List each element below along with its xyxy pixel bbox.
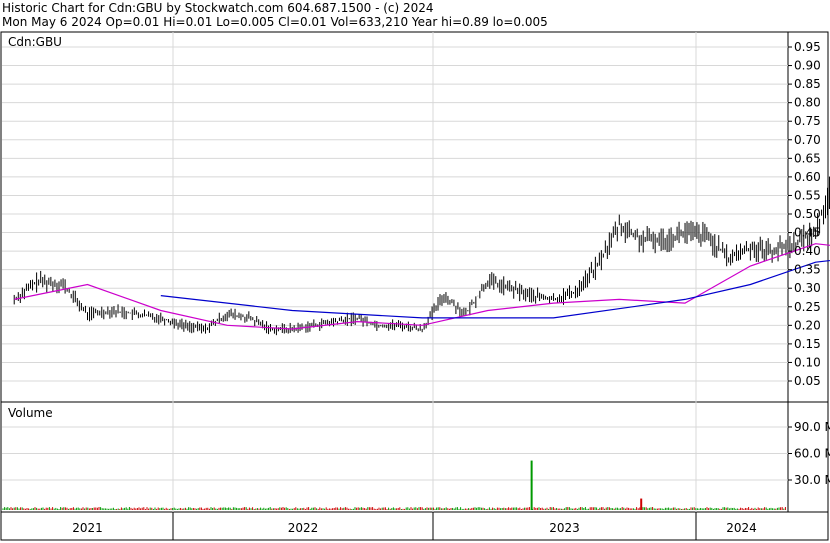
price-tick-label: 0.70 (794, 133, 821, 147)
price-panel-frame (0, 31, 829, 403)
price-tick-label: 0.85 (794, 77, 821, 91)
axis-labels: 0.95 0.90 0.85 0.80 0.75 0.70 0.65 0.60 0.55 0.50… (72, 40, 830, 540)
volume-panel-frame (0, 401, 829, 513)
price-tick-label: 0.25 (794, 300, 821, 314)
volume-tick-label: 60.0 M (794, 447, 830, 461)
price-tick-label: 0.40 (794, 244, 821, 258)
price-bars (13, 176, 830, 336)
price-tick-label: 0.50 (794, 207, 821, 221)
price-tick-label: 0.20 (794, 318, 821, 332)
price-tick-label: 0.35 (794, 263, 821, 277)
price-tick-label: 0.15 (794, 337, 821, 351)
price-tick-label: 0.80 (794, 96, 821, 110)
volume-tick-label: 90.0 M (794, 420, 830, 434)
price-tick-label: 0.95 (794, 40, 821, 54)
volume-tick-label: 30.0 M (794, 473, 830, 487)
date-axis-frame (0, 511, 829, 541)
price-tick-label: 0.05 (794, 374, 821, 388)
moving-averages (14, 243, 830, 330)
price-tick-label: 0.45 (794, 226, 821, 240)
price-tick-label: 0.60 (794, 170, 821, 184)
moving-average-short (14, 243, 830, 330)
price-tick-label: 0.10 (794, 355, 821, 369)
year-label: 2023 (549, 521, 580, 535)
price-panel-title: Cdn:GBU (8, 35, 62, 49)
year-label: 2022 (288, 521, 319, 535)
volume-bars (2, 460, 786, 510)
grid-layer (2, 32, 788, 540)
price-tick-label: 0.75 (794, 114, 821, 128)
price-tick-label: 0.30 (794, 281, 821, 295)
year-label: 2024 (726, 521, 757, 535)
price-tick-label: 0.55 (794, 188, 821, 202)
year-label: 2021 (72, 521, 103, 535)
volume-panel-title: Volume (8, 406, 53, 420)
price-tick-label: 0.65 (794, 151, 821, 165)
stock-chart: 0.95 0.90 0.85 0.80 0.75 0.70 0.65 0.60 0.55 0.50… (0, 31, 830, 541)
price-tick-label: 0.90 (794, 59, 821, 73)
